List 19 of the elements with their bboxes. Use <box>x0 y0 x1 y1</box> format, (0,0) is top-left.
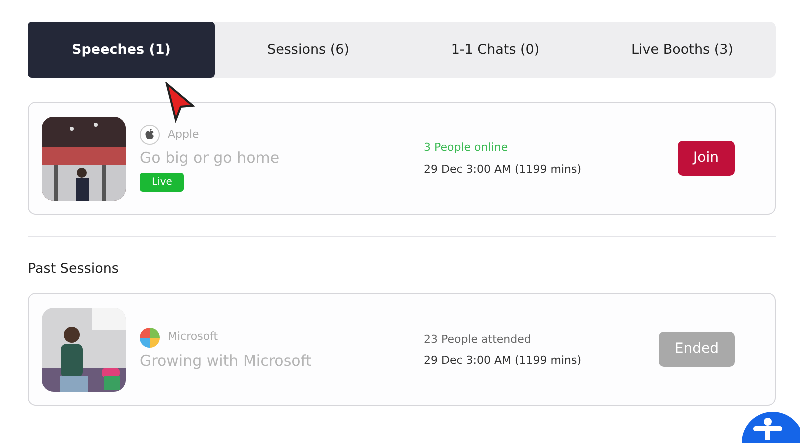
session-time: 29 Dec 3:00 AM (1199 mins) <box>424 354 583 367</box>
status-badge: Live <box>140 172 184 192</box>
audience-count: 23 People attended <box>424 332 532 346</box>
session-title: Go big or go home <box>140 148 281 170</box>
tab[interactable]: Speeches (1) <box>28 22 215 78</box>
section-heading: Past Sessions <box>28 260 120 279</box>
apple-icon <box>140 125 160 146</box>
logo-icon <box>140 328 160 348</box>
cursor-icon <box>164 82 196 124</box>
session-time: 29 Dec 3:00 AM (1199 mins) <box>424 162 583 176</box>
audience-count: 3 People online <box>424 141 510 154</box>
tab[interactable]: 1-1 Chats (0) <box>402 22 589 78</box>
join-button[interactable]: Join <box>678 141 735 176</box>
organizer-name: Microsoft <box>168 329 218 346</box>
tab[interactable]: Live Booths (3) <box>589 22 776 78</box>
person-icon <box>753 418 783 440</box>
tab[interactable]: Sessions (6) <box>215 22 402 78</box>
session-title: Growing with Microsoft <box>140 350 313 372</box>
organizer-name: Apple <box>168 127 200 143</box>
